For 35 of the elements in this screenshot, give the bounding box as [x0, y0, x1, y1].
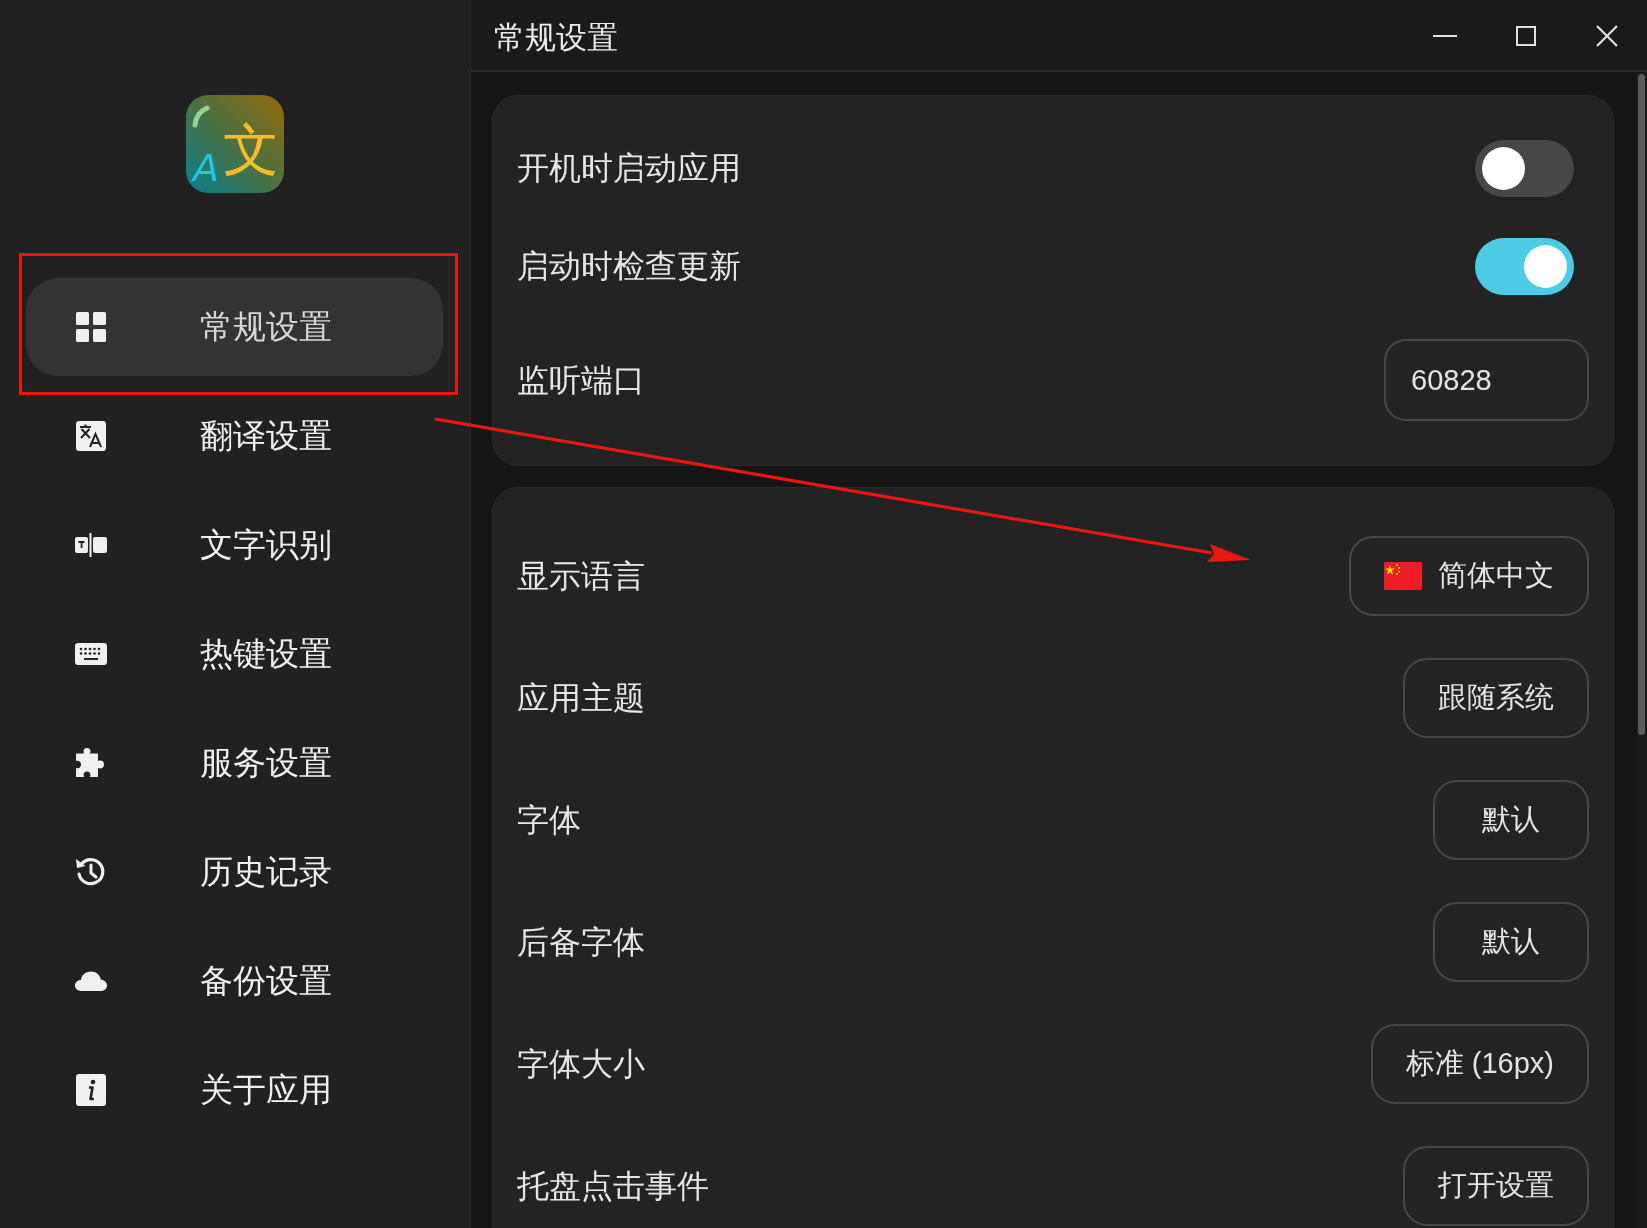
info-icon — [73, 1072, 109, 1108]
sidebar-item[interactable]: 文字识别 — [26, 496, 443, 594]
sidebar-item[interactable]: 常规设置 — [26, 278, 443, 376]
grid-icon — [73, 309, 109, 345]
option-button[interactable]: 跟随系统 — [1403, 658, 1589, 738]
sidebar-item[interactable]: 热键设置 — [26, 605, 443, 703]
flag-icon — [1384, 562, 1422, 590]
option-button[interactable]: 标准 (16px) — [1370, 1024, 1589, 1104]
translate-icon — [73, 418, 109, 454]
language-button[interactable]: 简体中文 — [1349, 536, 1589, 616]
setting-label: 启动时检查更新 — [517, 247, 741, 286]
setting-label: 显示语言 — [517, 557, 645, 596]
maximize-icon — [1515, 26, 1536, 46]
setting-label: 字体 — [517, 801, 581, 840]
scrollbar[interactable] — [1638, 74, 1645, 735]
close-icon — [1595, 25, 1618, 47]
setting-label: 开机时启动应用 — [517, 149, 741, 188]
minimize-icon — [1432, 35, 1457, 37]
setting-label: 监听端口 — [517, 361, 645, 400]
setting-label: 托盘点击事件 — [517, 1167, 709, 1206]
window-title: 常规设置 — [494, 18, 619, 57]
option-button[interactable]: 默认 — [1433, 780, 1589, 860]
sidebar-item[interactable]: 服务设置 — [26, 714, 443, 812]
toggle-switch[interactable] — [1475, 237, 1574, 295]
sidebar-item[interactable]: 翻译设置 — [26, 387, 443, 485]
setting-label: 后备字体 — [517, 923, 645, 962]
sidebar-item[interactable]: 历史记录 — [26, 823, 443, 921]
option-button[interactable]: 默认 — [1433, 902, 1589, 982]
option-button[interactable]: 打开设置 — [1403, 1146, 1589, 1226]
setting-label: 字体大小 — [517, 1045, 645, 1084]
sidebar-item[interactable]: 关于应用 — [26, 1041, 443, 1139]
port-input[interactable]: 60828 — [1384, 339, 1589, 421]
sidebar-item[interactable]: 备份设置 — [26, 932, 443, 1030]
setting-label: 应用主题 — [517, 679, 645, 718]
toggle-switch[interactable] — [1475, 139, 1574, 197]
